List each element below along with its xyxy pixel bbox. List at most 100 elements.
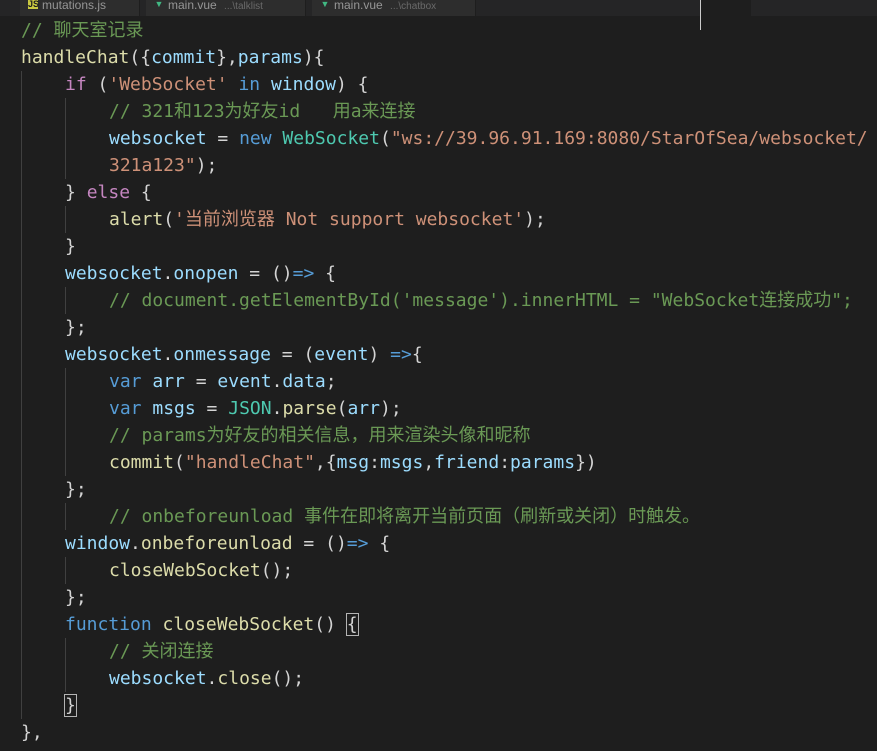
- code-token: },: [21, 722, 43, 743]
- code-line: function closeWebSocket() {: [65, 611, 359, 638]
- code-editor[interactable]: // 聊天室记录 handleChat({commit},params){if (…: [0, 17, 877, 751]
- code-token: 321a123": [109, 155, 196, 176]
- code-token: "handleChat": [184, 452, 315, 473]
- code-token: websocket: [109, 668, 207, 689]
- code-line: }: [64, 692, 77, 719]
- tab-mutations-js[interactable]: JS mutations.js: [20, 0, 140, 16]
- code-token: ({: [129, 47, 152, 68]
- code-token: event: [217, 371, 272, 392]
- code-token: .: [206, 668, 218, 689]
- code-token: closeWebSocket: [162, 614, 315, 635]
- code-token: ();: [271, 668, 305, 689]
- code-line: if ('WebSocket' in window) {: [65, 71, 369, 98]
- code-token: =: [184, 371, 218, 392]
- code-line: // onbeforeunload 事件在即将离开当前页面（刷新或关闭）时触发。: [109, 503, 700, 530]
- tab-label: main.vue: [334, 0, 383, 12]
- code-token: .: [162, 344, 174, 365]
- code-token: .: [271, 371, 283, 392]
- code-token: 'WebSocket': [108, 74, 228, 95]
- code-token: .: [130, 533, 141, 554]
- code-line: // params为好友的相关信息，用来渲染头像和昵称: [109, 422, 531, 449]
- code-token: alert: [109, 209, 164, 230]
- indent-guide: [65, 368, 66, 476]
- code-token: onopen: [173, 263, 239, 284]
- indent-guide: [65, 557, 66, 584]
- code-line: };: [65, 314, 87, 341]
- code-token: =: [238, 263, 271, 284]
- code-line: websocket.onmessage = (event) =>{: [65, 341, 423, 368]
- code-token: if: [65, 74, 87, 95]
- code-line: closeWebSocket();: [109, 557, 293, 584]
- vue-file-icon: ▼: [320, 0, 330, 9]
- code-token: // document.getElementById('message').in…: [109, 290, 853, 311]
- code-token: ();: [260, 560, 294, 581]
- code-token: // params为好友的相关信息，用来渲染头像和昵称: [109, 425, 531, 446]
- code-line: } else {: [65, 179, 152, 206]
- code-token: }: [64, 694, 77, 717]
- code-line: handleChat({commit},params){: [21, 44, 325, 71]
- code-line: alert('当前浏览器 Not support websocket');: [109, 206, 546, 233]
- code-token: };: [65, 479, 87, 500]
- code-token: =>: [390, 344, 412, 365]
- code-token: ) {: [336, 74, 369, 95]
- code-token: (): [325, 533, 347, 554]
- code-token: (: [336, 398, 348, 419]
- code-line: },: [21, 719, 43, 746]
- code-line: };: [65, 584, 87, 611]
- code-token: websocket: [109, 128, 207, 149]
- code-line: websocket = new WebSocket("ws://39.96.91…: [109, 125, 868, 152]
- code-token: // 聊天室记录: [21, 20, 144, 41]
- indent-guide: [65, 98, 66, 179]
- code-line: 321a123");: [109, 152, 217, 179]
- code-token: .: [162, 263, 174, 284]
- indent-guide: [65, 503, 66, 530]
- code-token: JSON: [228, 398, 272, 419]
- code-token: },: [216, 47, 238, 68]
- code-token: '当前浏览器 Not support websocket': [174, 209, 525, 230]
- tab-main-vue-talklist[interactable]: ▼ main.vue ...\talklist: [146, 0, 306, 16]
- code-token: commit: [109, 452, 175, 473]
- code-line: // 聊天室记录: [21, 17, 144, 44]
- code-token: // 321和123为好友id 用a来连接: [109, 101, 416, 122]
- code-token: (: [163, 209, 175, 230]
- code-line: var msgs = JSON.parse(arr);: [109, 395, 402, 422]
- code-token: );: [195, 155, 218, 176]
- code-token: event: [314, 344, 369, 365]
- code-token: else: [86, 182, 131, 203]
- code-line: // document.getElementById('message').in…: [109, 287, 853, 314]
- code-token: var: [109, 398, 142, 419]
- indent-guide: [65, 287, 66, 314]
- vue-file-icon: ▼: [154, 0, 164, 9]
- code-token: {: [130, 182, 152, 203]
- code-line: window.onbeforeunload = ()=> {: [65, 530, 390, 557]
- tab-description: ...\chatbox: [390, 1, 437, 12]
- code-token: );: [524, 209, 546, 230]
- js-file-icon: JS: [28, 0, 40, 9]
- code-token: // onbeforeunload 事件在即将离开当前页面（刷新或关闭）时触发。: [109, 506, 701, 527]
- code-token: };: [65, 317, 87, 338]
- code-token: commit: [151, 47, 217, 68]
- code-token: (): [270, 263, 293, 284]
- tab-main-vue-chatbox[interactable]: ▼ main.vue ...\chatbox: [312, 0, 476, 16]
- code-token: closeWebSocket: [109, 560, 261, 581]
- tab-description: ...\talklist: [224, 1, 263, 12]
- code-line: // 关闭连接: [109, 638, 214, 665]
- code-token: (: [86, 74, 109, 95]
- indent-guide: [21, 71, 22, 719]
- code-line: // 321和123为好友id 用a来连接: [109, 98, 416, 125]
- code-token: handleChat: [21, 47, 130, 68]
- code-token: close: [217, 668, 272, 689]
- code-token: }): [575, 452, 597, 473]
- code-token: // 关闭连接: [109, 641, 214, 662]
- code-token: {: [314, 263, 336, 284]
- code-token: arr: [152, 371, 185, 392]
- code-line: websocket.close();: [109, 665, 304, 692]
- code-token: :: [499, 452, 511, 473]
- indent-guide: [65, 638, 66, 692]
- code-token: params: [237, 47, 303, 68]
- tab-label: mutations.js: [42, 0, 107, 12]
